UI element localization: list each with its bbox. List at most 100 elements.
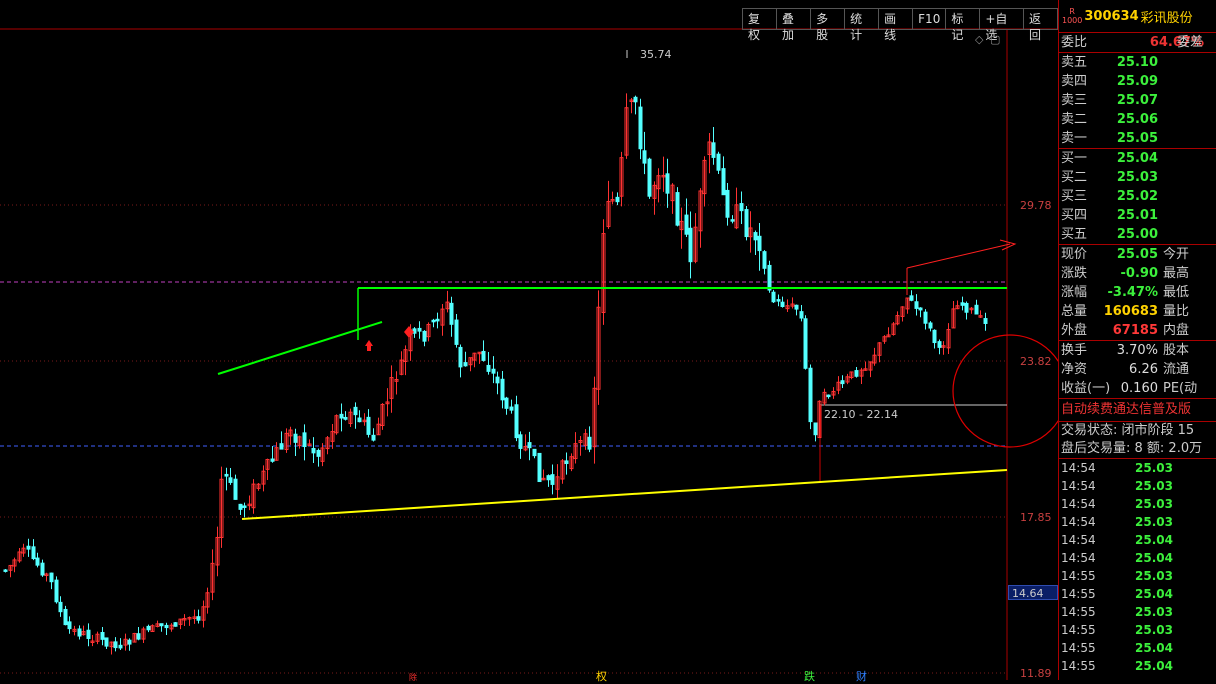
candle <box>155 620 160 628</box>
candle <box>854 367 859 378</box>
bottom-mark-1[interactable]: 权 <box>596 668 607 684</box>
candle <box>638 98 643 160</box>
candle <box>877 342 882 363</box>
stat-3-label2: 量比 <box>1163 304 1190 319</box>
candlestick-plot[interactable] <box>0 0 1058 680</box>
candle-body <box>725 189 730 218</box>
candle <box>891 321 896 336</box>
tick-list[interactable]: 14:54 25.03 14:54 25.03 14:54 25.03 14:54 25.03… <box>1059 458 1216 675</box>
stat-2-label: 涨幅 <box>1061 285 1088 300</box>
tick-row: 14:54 25.03 <box>1059 477 1216 495</box>
candle-body <box>854 370 859 377</box>
toolbar-button-7[interactable]: +自选 <box>980 9 1025 42</box>
candle <box>380 403 385 430</box>
candle-body <box>113 641 118 649</box>
toolbar-button-8[interactable]: 返回 <box>1024 9 1057 42</box>
candle <box>403 345 408 376</box>
bottom-mark-2[interactable]: 除 <box>409 672 417 683</box>
candle <box>849 371 854 380</box>
buy-level-2-value: 25.03 <box>1116 170 1158 185</box>
toolbar-button-1[interactable]: 叠加 <box>777 9 812 42</box>
sell-level-2: 卖四 25.09 <box>1059 72 1216 91</box>
candle <box>49 572 54 590</box>
candle <box>859 367 864 385</box>
tick-time: 14:55 <box>1061 623 1096 637</box>
diamond-icon[interactable]: ◇ <box>975 33 983 46</box>
toolbar-button-0[interactable]: 复权 <box>743 9 778 42</box>
candle-body <box>909 295 914 301</box>
buy-level-5: 买五 25.00 <box>1059 225 1216 244</box>
candle-body <box>458 346 463 368</box>
candle <box>399 351 404 376</box>
candle <box>541 469 546 481</box>
tick-row: 14:54 25.03 <box>1059 513 1216 531</box>
scrolling-ad[interactable]: 自动续费通达信普及版 <box>1059 398 1216 422</box>
price-label-1: 29.78 <box>1020 199 1052 212</box>
candle-body <box>550 474 555 485</box>
kline-chart[interactable]: 复权 叠加 多股 统计 画线 F10 标记 +自选 返回 ◇ ▢ 29.78 23.82 17.… <box>0 0 1058 683</box>
candle-body <box>449 302 454 325</box>
candle-body <box>224 473 229 477</box>
candle-body <box>730 219 735 222</box>
bottom-mark-3[interactable]: 跌 <box>804 668 815 684</box>
toolbar-button-3[interactable]: 统计 <box>845 9 880 42</box>
candle-body <box>532 448 537 457</box>
stat-0: 现价 25.05 今开 <box>1059 245 1216 264</box>
window-icon[interactable]: ▢ <box>990 33 1000 46</box>
buy-level-2: 买二 25.03 <box>1059 168 1216 187</box>
sell-level-1: 卖五 25.10 <box>1059 53 1216 72</box>
candle <box>537 452 542 483</box>
candle <box>270 446 275 463</box>
price-label-2: 23.82 <box>1020 355 1052 368</box>
buy-level-3: 买三 25.02 <box>1059 187 1216 206</box>
stat-0-label2: 今开 <box>1163 247 1190 262</box>
toolbar-button-2[interactable]: 多股 <box>811 9 846 42</box>
candle <box>173 622 178 627</box>
candle <box>325 436 330 455</box>
stat2-0-value: 3.70% <box>1116 343 1158 358</box>
candle-body <box>826 394 831 398</box>
buy-level-1-label: 买一 <box>1061 151 1088 166</box>
candle <box>836 376 841 395</box>
tick-price: 25.04 <box>1135 587 1173 601</box>
candle-body <box>311 447 316 454</box>
candle <box>334 414 339 435</box>
candle <box>297 435 302 449</box>
tick-time: 14:55 <box>1061 587 1096 601</box>
candle <box>288 426 293 445</box>
stat-1-label: 涨跌 <box>1061 266 1088 281</box>
candle <box>633 95 638 115</box>
candle <box>555 464 560 499</box>
candle-body <box>983 318 988 324</box>
toolbar-button-5[interactable]: F10 <box>913 9 947 29</box>
candle <box>757 223 762 271</box>
candle <box>592 376 597 464</box>
candle <box>463 351 468 367</box>
candle <box>974 299 979 315</box>
webi-label: 委比 <box>1061 35 1088 50</box>
candle <box>615 192 620 206</box>
candle-body <box>642 150 647 164</box>
candle-body <box>118 644 123 649</box>
stock-name[interactable]: 彩讯股份 <box>1141 7 1193 26</box>
candle-body <box>270 458 275 462</box>
candle <box>8 564 13 578</box>
toolbar-button-6[interactable]: 标记 <box>946 9 981 42</box>
stock-code[interactable]: 300634 <box>1084 9 1138 24</box>
candle-body <box>233 478 238 500</box>
candle-body <box>454 319 459 345</box>
candle <box>946 323 951 354</box>
candle-body <box>159 623 164 627</box>
toolbar-button-4[interactable]: 画线 <box>879 9 914 42</box>
candle <box>113 637 118 652</box>
candle <box>569 453 574 472</box>
candle <box>261 465 266 492</box>
candle-body <box>357 417 362 423</box>
candle <box>647 157 652 199</box>
candle-body <box>771 291 776 303</box>
bottom-mark-4[interactable]: 财 <box>856 668 867 684</box>
candle <box>527 431 532 461</box>
candle <box>491 356 496 384</box>
tick-row: 14:55 25.04 <box>1059 657 1216 675</box>
stat2-1-label: 净资 <box>1061 362 1088 377</box>
